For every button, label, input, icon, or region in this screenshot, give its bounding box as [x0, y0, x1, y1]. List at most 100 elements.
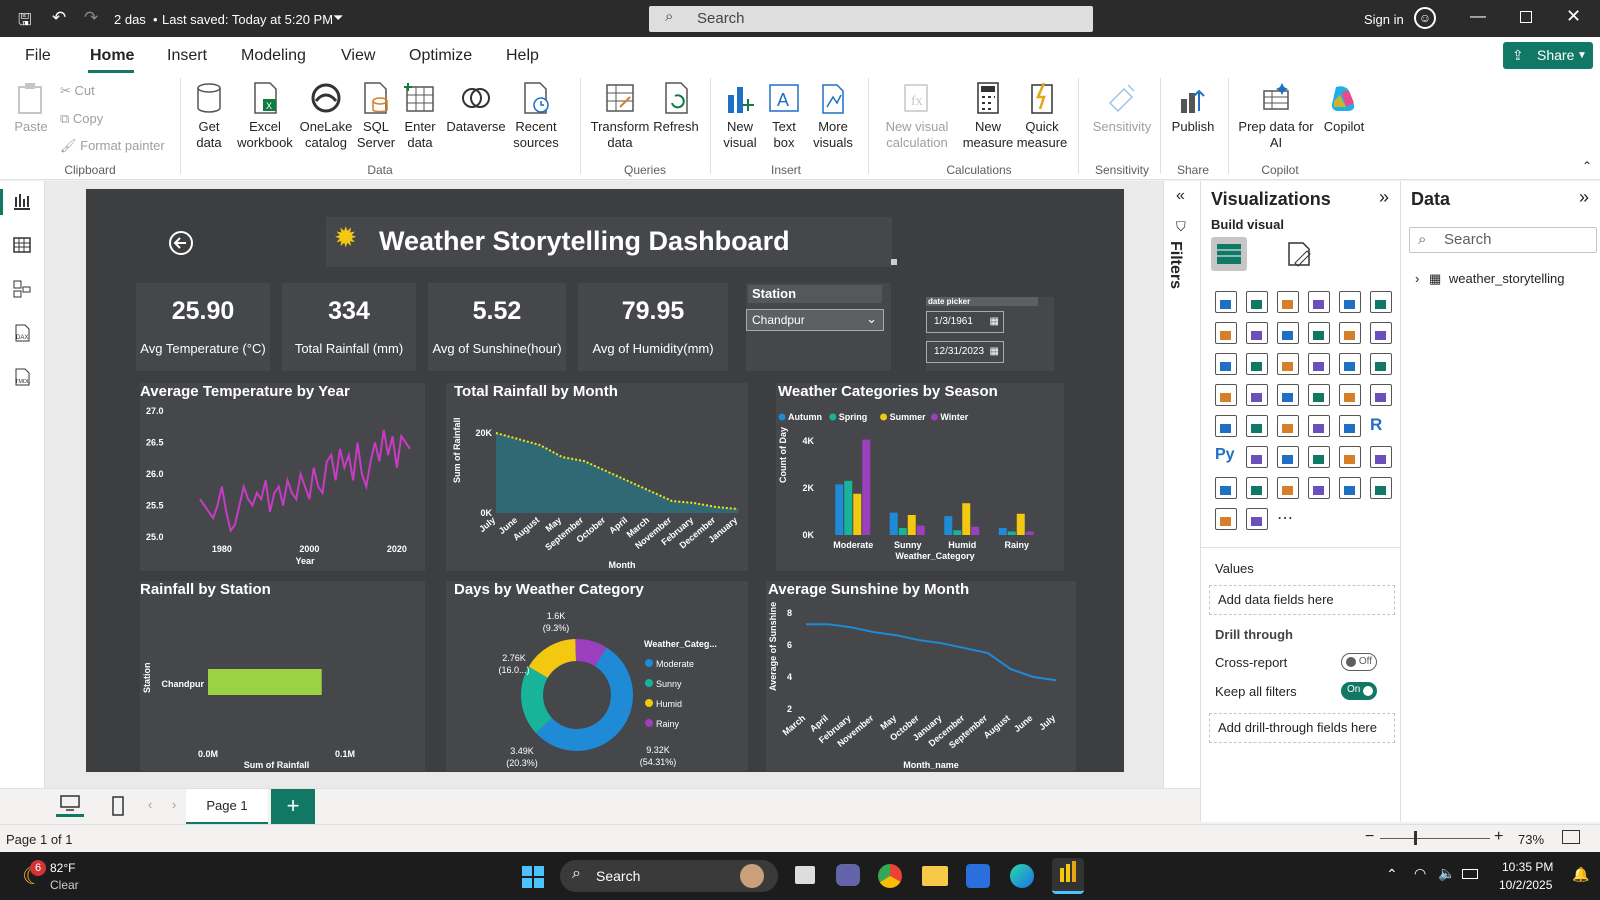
text-box-button[interactable]: A Text box: [764, 81, 804, 151]
chrome-icon[interactable]: [878, 864, 902, 888]
zoom-level[interactable]: 73%: [1518, 832, 1544, 847]
metrics-visual-icon[interactable]: [1339, 477, 1361, 499]
chevrons-visual-icon[interactable]: [1246, 508, 1268, 530]
100-column-visual-icon[interactable]: [1370, 291, 1392, 313]
menu-home[interactable]: Home: [90, 47, 134, 65]
map-visual-icon[interactable]: [1246, 384, 1268, 406]
r-visual-visual-icon[interactable]: R: [1370, 415, 1392, 437]
card-visual-icon[interactable]: [1370, 384, 1392, 406]
area-visual-icon[interactable]: [1246, 322, 1268, 344]
line-clustered-visual-icon[interactable]: [1215, 353, 1237, 375]
table-view-icon[interactable]: [12, 235, 32, 255]
key-influencers-visual-icon[interactable]: [1246, 446, 1268, 468]
menu-view[interactable]: View: [341, 47, 375, 65]
desktop-layout-icon[interactable]: [56, 793, 84, 817]
trophy-visual-icon[interactable]: [1370, 446, 1392, 468]
collapse-pane-icon[interactable]: »: [1579, 187, 1589, 208]
funnel-visual-icon[interactable]: [1277, 353, 1299, 375]
model-view-icon[interactable]: [12, 279, 32, 299]
clustered-bar-visual-icon[interactable]: [1277, 291, 1299, 313]
mobile-layout-icon[interactable]: [110, 795, 126, 817]
file-explorer-icon[interactable]: [922, 866, 948, 886]
menu-optimize[interactable]: Optimize: [409, 47, 472, 65]
meet-icon[interactable]: [836, 864, 860, 886]
menu-file[interactable]: File: [25, 47, 51, 65]
100-bar-visual-icon[interactable]: [1339, 291, 1361, 313]
multi-row-card-visual-icon[interactable]: [1215, 415, 1237, 437]
format-painter-button[interactable]: 🖌 Format painter: [60, 138, 165, 154]
transform-data-button[interactable]: Transform data: [590, 81, 650, 151]
end-date-input[interactable]: 12/31/2023 ▦: [926, 341, 1004, 363]
chevron-down-icon[interactable]: ⏷: [333, 10, 343, 26]
account-icon[interactable]: ☺: [1414, 7, 1436, 29]
redo-icon[interactable]: ↷: [84, 8, 98, 28]
recent-sources-button[interactable]: Recent sources: [508, 81, 564, 151]
next-page-icon[interactable]: ›: [172, 797, 176, 812]
minimize-icon[interactable]: —: [1470, 8, 1486, 26]
add-page-button[interactable]: +: [271, 789, 315, 825]
scatter-visual-icon[interactable]: [1308, 353, 1330, 375]
collapse-pane-icon[interactable]: »: [1379, 187, 1389, 208]
taskbar-search[interactable]: ⌕ Search: [560, 860, 778, 892]
menu-modeling[interactable]: Modeling: [241, 47, 306, 65]
dax-query-icon[interactable]: DAX: [12, 323, 32, 343]
kpi-card-temperature[interactable]: 25.90 Avg Temperature (°C): [136, 283, 270, 371]
narrative-visual-icon[interactable]: [1339, 446, 1361, 468]
wifi-icon[interactable]: ◠: [1414, 865, 1426, 882]
arcgis-visual-icon[interactable]: [1370, 477, 1392, 499]
power-apps-visual-icon[interactable]: [1277, 477, 1299, 499]
zoom-slider-thumb[interactable]: [1414, 831, 1417, 845]
line-visual-icon[interactable]: [1215, 322, 1237, 344]
zoom-out-icon[interactable]: −: [1365, 828, 1374, 846]
fit-to-page-icon[interactable]: [1562, 830, 1580, 844]
zoom-slider[interactable]: [1380, 838, 1490, 839]
treemap-visual-icon[interactable]: [1215, 384, 1237, 406]
combo-visual-icon[interactable]: [1246, 353, 1268, 375]
back-arrow-icon[interactable]: [168, 230, 194, 256]
qa-visual-icon[interactable]: [1308, 446, 1330, 468]
visual-rainfall-by-month[interactable]: Total Rainfall by Month Sum of Rainfall 2…: [446, 383, 748, 571]
matrix-visual-icon[interactable]: [1339, 415, 1361, 437]
visual-categories-by-season[interactable]: Weather Categories by Season Autumn Sprin…: [776, 383, 1064, 571]
edge-icon[interactable]: [1010, 864, 1034, 888]
slicer-visual-icon[interactable]: [1277, 415, 1299, 437]
cut-button[interactable]: ✂ Cut: [60, 83, 95, 99]
get-data-button[interactable]: Get data: [186, 81, 232, 151]
visual-sunshine-by-month[interactable]: Average Sunshine by Month Average of Sun…: [766, 581, 1076, 771]
prep-data-ai-button[interactable]: Prep data for AI: [1236, 81, 1316, 151]
drill-through-drop-zone[interactable]: Add drill-through fields here: [1209, 713, 1395, 743]
more-visual-icon[interactable]: ⋯: [1277, 508, 1299, 530]
gauge-visual-icon[interactable]: [1339, 384, 1361, 406]
more-visuals-button[interactable]: More visuals: [808, 81, 858, 151]
copy-button[interactable]: ⧉ Copy: [60, 111, 103, 127]
clustered-column-visual-icon[interactable]: [1308, 291, 1330, 313]
maximize-icon[interactable]: [1520, 11, 1532, 23]
filters-pane-collapsed[interactable]: « ⛉ Filters: [1163, 181, 1200, 788]
kpi-card-sunshine[interactable]: 5.52 Avg of Sunshine(hour): [428, 283, 566, 371]
waterfall-visual-icon[interactable]: [1339, 322, 1361, 344]
volume-icon[interactable]: 🔈: [1438, 865, 1455, 882]
new-visual-calculation-button[interactable]: fx New visual calculation: [880, 81, 954, 151]
copilot-button[interactable]: Copilot: [1314, 81, 1374, 135]
visual-days-by-category[interactable]: Days by Weather Category 9.32K (54.31%) 3.…: [446, 581, 748, 771]
station-dropdown[interactable]: Chandpur ⌄: [746, 309, 884, 331]
show-hidden-icons[interactable]: ⌃: [1386, 866, 1398, 883]
filled-map-visual-icon[interactable]: [1277, 384, 1299, 406]
dataverse-button[interactable]: Dataverse: [444, 81, 508, 135]
power-automate-visual-icon[interactable]: [1308, 477, 1330, 499]
new-visual-button[interactable]: New visual: [718, 81, 762, 151]
store-icon[interactable]: [966, 864, 990, 888]
donut-visual-icon[interactable]: [1370, 353, 1392, 375]
menu-insert[interactable]: Insert: [167, 47, 207, 65]
build-visual-tab[interactable]: [1211, 237, 1247, 271]
diamond-visual-icon[interactable]: [1215, 508, 1237, 530]
data-search-input[interactable]: ⌕ Search: [1409, 227, 1597, 253]
values-drop-zone[interactable]: Add data fields here: [1209, 585, 1395, 615]
excel-workbook-button[interactable]: X Excel workbook: [235, 81, 295, 151]
image-visual-icon[interactable]: [1246, 477, 1268, 499]
kpi-visual-icon[interactable]: [1246, 415, 1268, 437]
visual-rainfall-by-station[interactable]: Rainfall by Station Station Chandpur 0.0M 0…: [140, 581, 425, 771]
cross-report-toggle[interactable]: Off: [1341, 653, 1377, 671]
clock-date[interactable]: 10/2/2025: [1499, 878, 1552, 892]
file-name[interactable]: 2 das: [114, 12, 146, 27]
